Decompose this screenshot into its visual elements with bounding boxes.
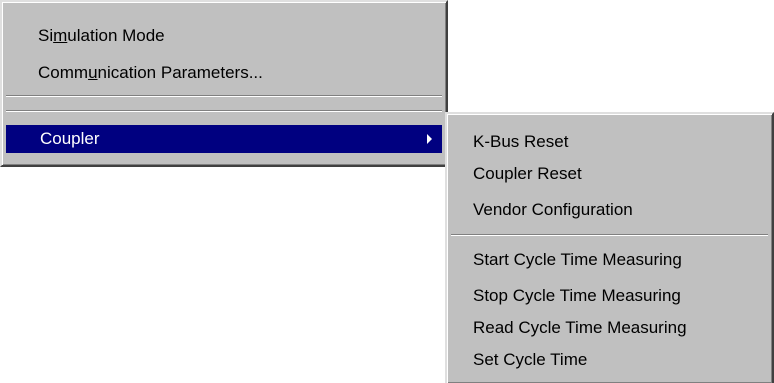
accelerator-key: m bbox=[53, 26, 68, 45]
menu-item-read-cycle-time[interactable]: Read Cycle Time Measuring bbox=[473, 314, 687, 342]
menu-item-label: Stop Cycle Time Measuring bbox=[473, 286, 681, 305]
menu-separator bbox=[6, 95, 442, 97]
menu-item-label: Coupler Reset bbox=[473, 164, 582, 183]
menu-item-label: Read Cycle Time Measuring bbox=[473, 318, 687, 337]
menu-item-stop-cycle-time[interactable]: Stop Cycle Time Measuring bbox=[473, 282, 681, 310]
label-part: Si bbox=[38, 26, 54, 45]
label-part: nication Parameters... bbox=[97, 63, 263, 82]
label-part: Comm bbox=[38, 63, 89, 82]
main-context-menu: Simulation Mode Communication Parameters… bbox=[0, 0, 448, 167]
menu-item-set-cycle-time[interactable]: Set Cycle Time bbox=[473, 346, 587, 374]
menu-item-kbus-reset[interactable]: K-Bus Reset bbox=[473, 128, 568, 156]
menu-separator bbox=[451, 234, 768, 236]
menu-item-label: Start Cycle Time Measuring bbox=[473, 250, 682, 269]
menu-item-communication-parameters[interactable]: Communication Parameters... bbox=[38, 59, 263, 87]
menu-item-label: K-Bus Reset bbox=[473, 132, 569, 151]
coupler-submenu: K-Bus Reset Coupler Reset Vendor Configu… bbox=[445, 112, 774, 383]
menu-item-label: Set Cycle Time bbox=[473, 350, 588, 369]
submenu-arrow-icon bbox=[427, 134, 432, 144]
menu-item-vendor-configuration[interactable]: Vendor Configuration bbox=[473, 196, 633, 224]
label-part: ulation Mode bbox=[67, 26, 165, 45]
menu-item-label: Vendor Configuration bbox=[473, 200, 633, 219]
menu-item-coupler-reset[interactable]: Coupler Reset bbox=[473, 160, 582, 188]
accelerator-key: u bbox=[88, 63, 98, 82]
menu-item-coupler-label: Coupler bbox=[40, 129, 100, 148]
menu-separator bbox=[6, 110, 442, 112]
menu-item-start-cycle-time[interactable]: Start Cycle Time Measuring bbox=[473, 246, 682, 274]
menu-item-coupler[interactable]: Coupler bbox=[6, 125, 442, 153]
menu-item-simulation-mode[interactable]: Simulation Mode bbox=[38, 22, 165, 50]
